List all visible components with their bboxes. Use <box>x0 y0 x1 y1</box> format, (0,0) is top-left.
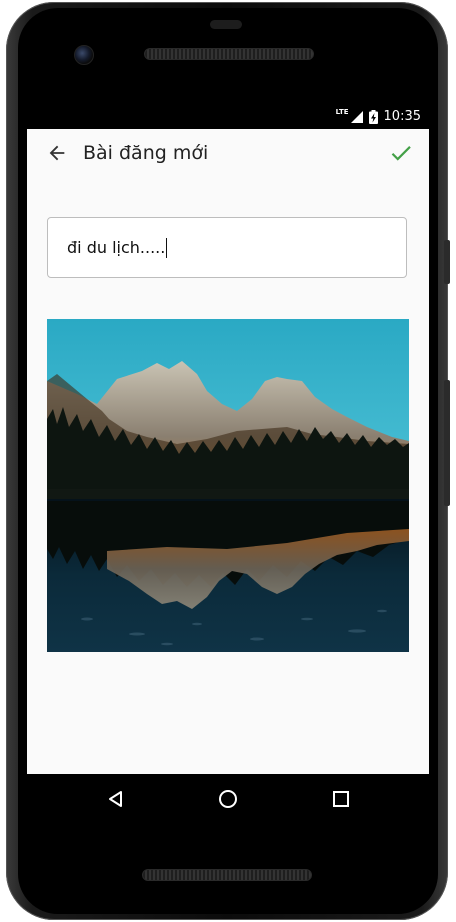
network-type: LTE <box>335 108 349 116</box>
bottom-speaker <box>142 869 312 881</box>
circle-home-icon <box>219 790 237 808</box>
text-cursor <box>166 237 168 258</box>
post-editor: đi du lịch..... <box>27 177 429 774</box>
square-recents-icon <box>333 791 349 807</box>
back-button[interactable] <box>43 139 71 167</box>
nav-recents-button[interactable] <box>328 786 354 812</box>
status-bar: LTE 10:35 <box>27 105 429 129</box>
navigation-bar <box>27 774 429 825</box>
mountain-lake-photo <box>47 319 409 652</box>
arrow-left-icon <box>49 145 65 161</box>
power-button <box>444 240 450 284</box>
battery-icon <box>368 109 378 124</box>
front-camera <box>74 45 94 65</box>
page-title: Bài đăng mới <box>83 142 209 164</box>
nav-home-button[interactable] <box>215 786 241 812</box>
volume-button <box>444 380 450 506</box>
app-bar: Bài đăng mới <box>27 129 429 177</box>
clock: 10:35 <box>383 109 421 124</box>
nav-back-button[interactable] <box>103 786 129 812</box>
check-icon <box>391 146 411 161</box>
post-image[interactable] <box>47 319 409 652</box>
signal-icon <box>350 110 363 123</box>
post-text-input[interactable]: đi du lịch..... <box>47 217 407 278</box>
earpiece <box>210 20 242 29</box>
confirm-button[interactable] <box>387 139 415 167</box>
post-text-value: đi du lịch..... <box>67 238 166 257</box>
status-icons: LTE 10:35 <box>335 108 421 125</box>
triangle-back-icon <box>109 791 122 807</box>
top-speaker <box>144 48 314 60</box>
screen: LTE 10:35 Bài đăng mới đi du lịch..... <box>27 105 429 825</box>
